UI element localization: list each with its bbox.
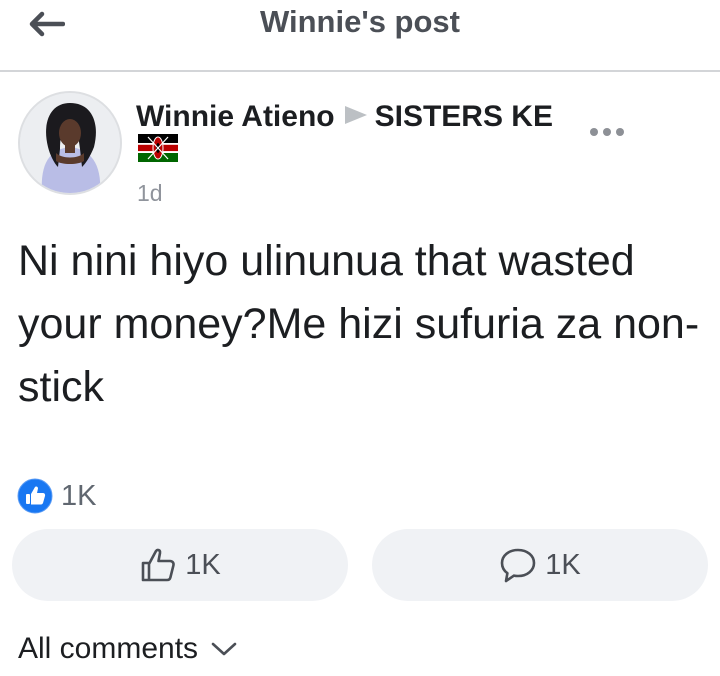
triangle-right-icon (344, 106, 367, 125)
more-options-button[interactable] (582, 120, 632, 144)
comment-bubble-icon (500, 548, 536, 583)
chevron-down-icon (210, 640, 238, 658)
comment-count: 1K (545, 548, 581, 581)
comments-filter-dropdown[interactable]: All comments (18, 632, 238, 666)
avatar[interactable] (18, 91, 122, 195)
like-button[interactable]: 1K (12, 529, 348, 601)
more-dot (616, 128, 624, 136)
kenya-flag-icon (138, 134, 178, 172)
more-horizontal-icon (590, 128, 598, 136)
post-timestamp[interactable]: 1d (137, 180, 163, 207)
post-author-line: Winnie Atieno SISTERS KE (136, 98, 556, 175)
comments-filter-label: All comments (18, 632, 199, 665)
comment-button[interactable]: 1K (372, 529, 708, 601)
reaction-count: 1K (61, 479, 97, 512)
group-name[interactable]: SISTERS KE (375, 100, 553, 133)
like-reaction-icon (17, 478, 53, 514)
post-text: Ni nini hiyo ulinunua that wasted your m… (18, 237, 700, 411)
more-dot (603, 128, 611, 136)
reaction-summary[interactable]: 1K (17, 478, 96, 514)
like-count: 1K (185, 548, 221, 581)
thumbs-up-icon (141, 548, 176, 582)
profile-photo (20, 93, 120, 193)
page-title: Winnie's post (260, 4, 460, 39)
post-header: Winnie's post (0, 0, 720, 72)
author-name[interactable]: Winnie Atieno (136, 100, 335, 133)
